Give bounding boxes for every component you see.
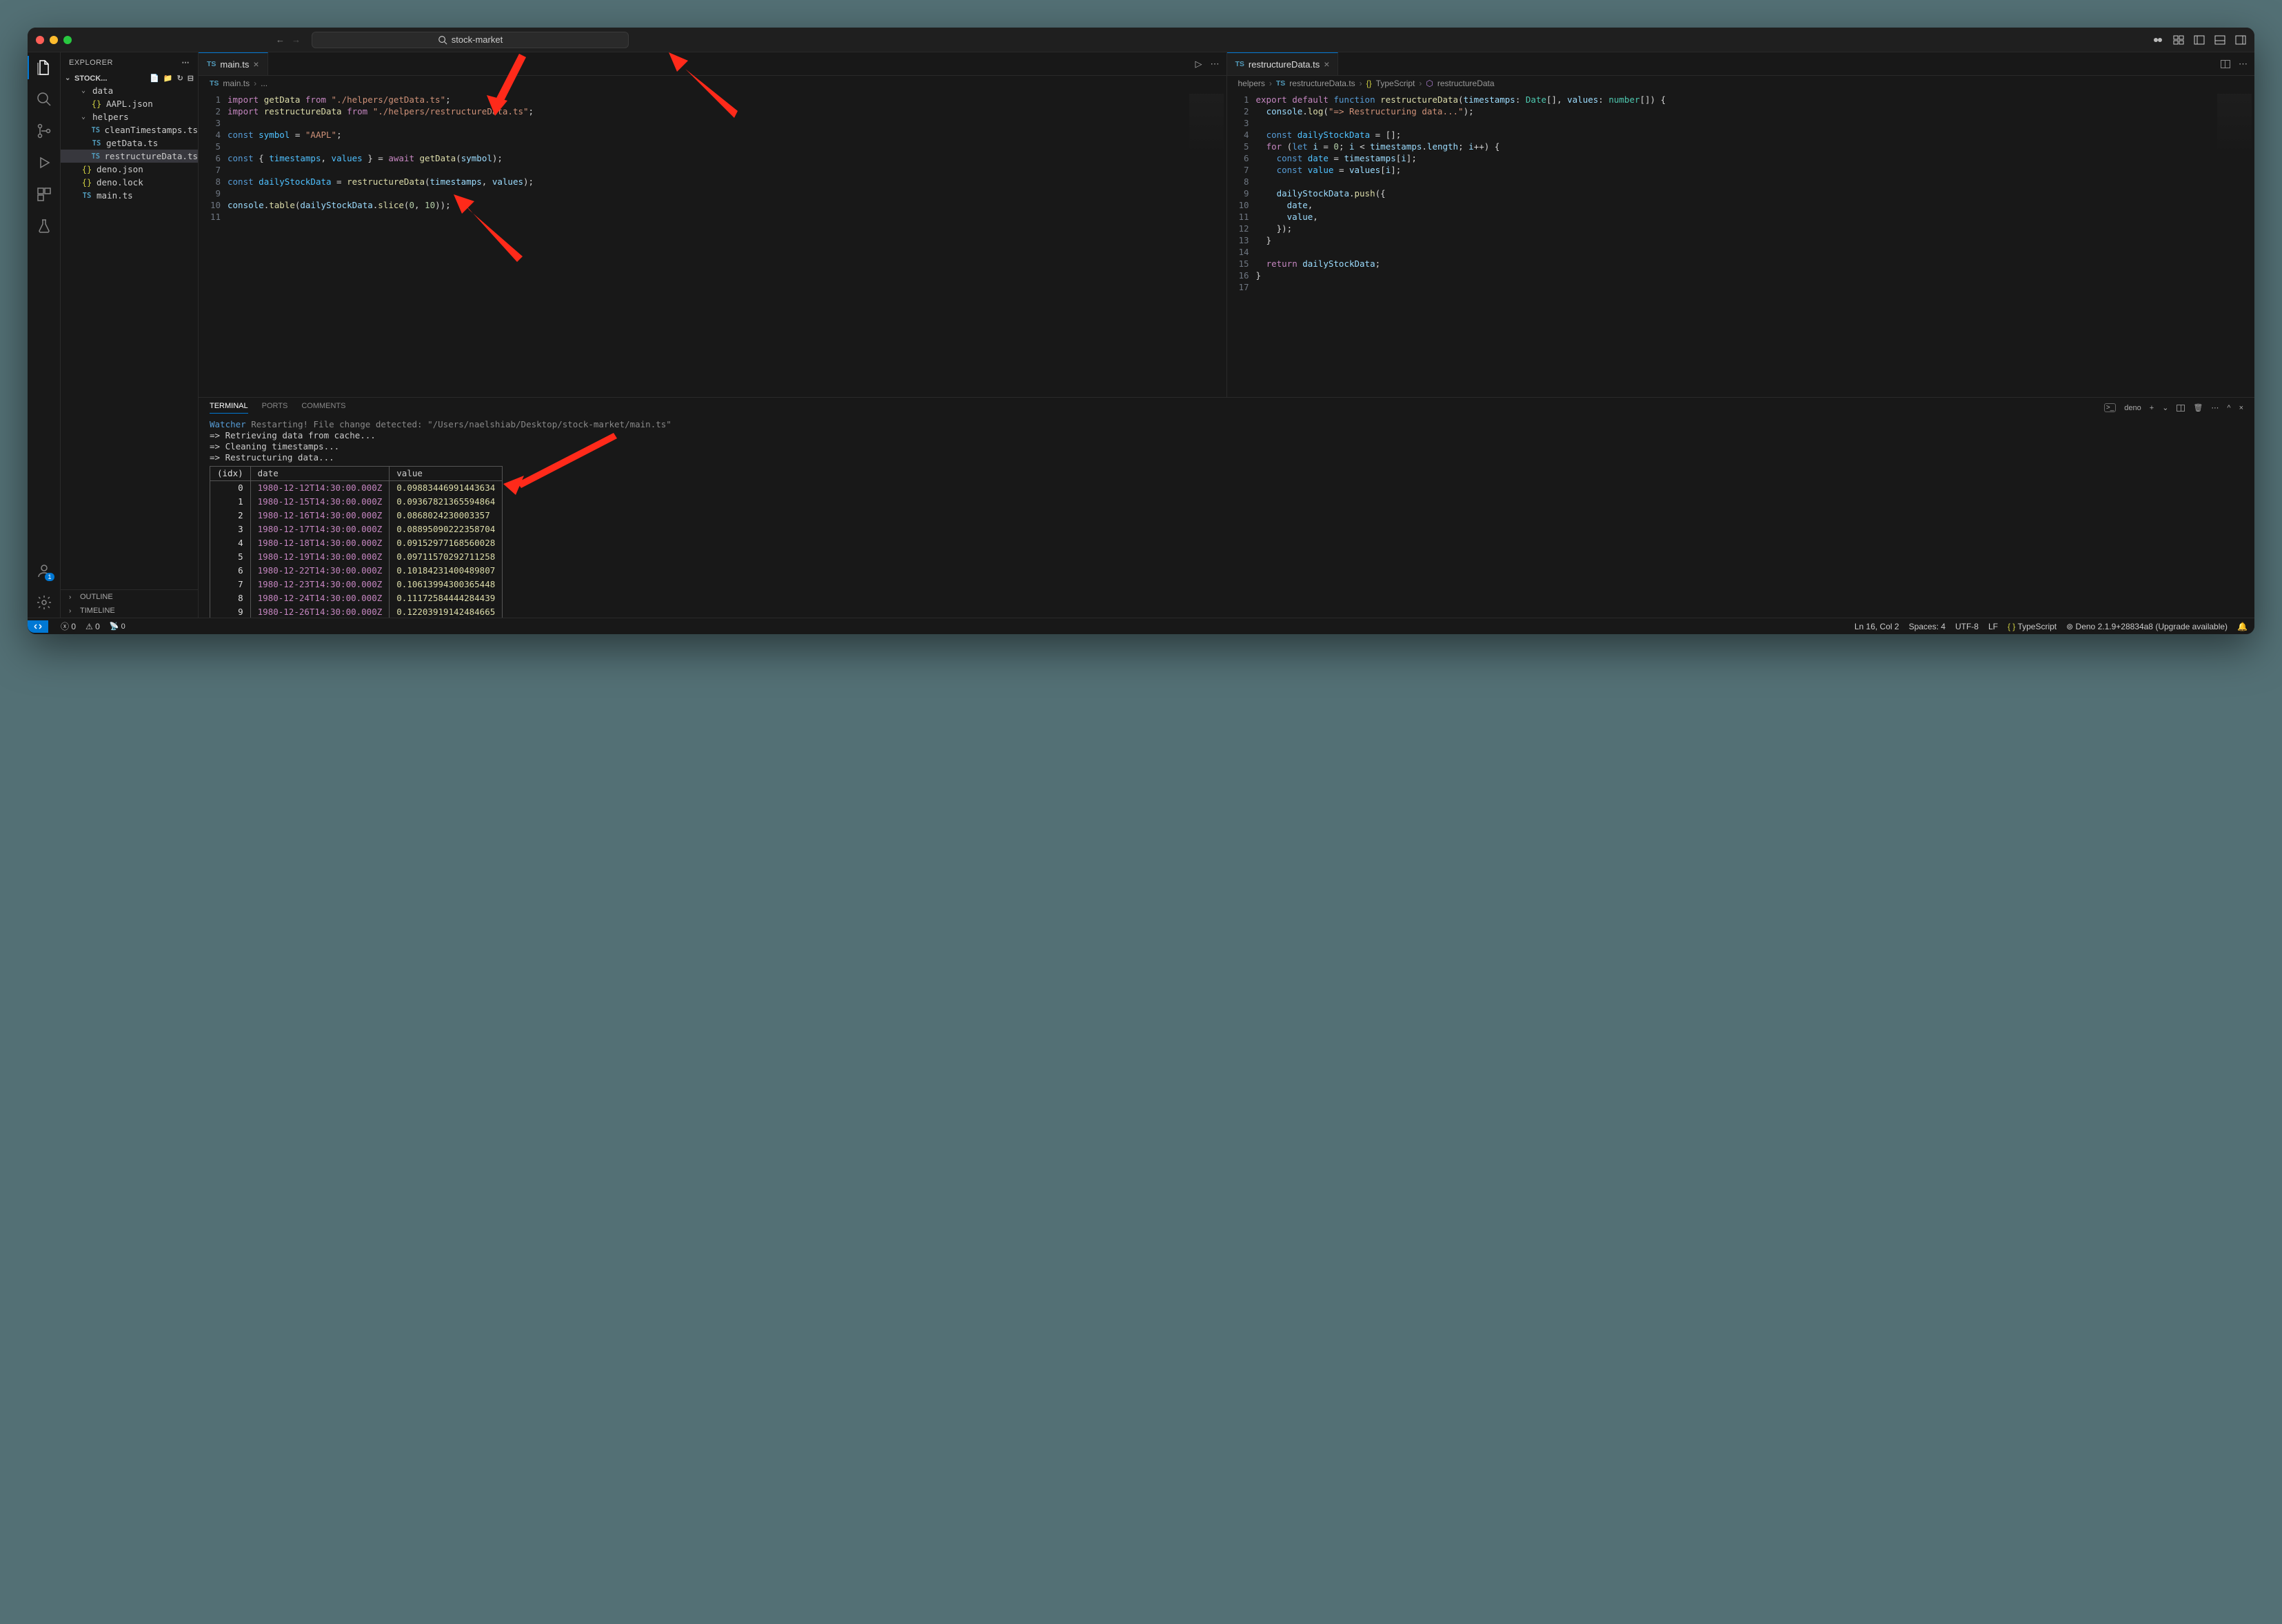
settings-activity[interactable] xyxy=(36,594,52,611)
close-tab-button[interactable]: × xyxy=(1324,59,1329,70)
panel-more-icon[interactable]: ⋯ xyxy=(2211,403,2219,412)
search-icon xyxy=(438,35,447,45)
tab-main-ts[interactable]: TS main.ts × xyxy=(199,52,268,75)
source-control-activity[interactable] xyxy=(36,123,52,139)
status-notifications-icon[interactable]: 🔔 xyxy=(2237,622,2248,631)
close-window-button[interactable] xyxy=(36,36,44,44)
extensions-activity[interactable] xyxy=(36,186,52,203)
status-language[interactable]: { } TypeScript xyxy=(2008,622,2057,631)
ts-icon: TS xyxy=(1235,60,1244,68)
file-aapl-json[interactable]: {}AAPL.json xyxy=(61,97,198,110)
code-editor-right[interactable]: 1234567891011121314151617 export default… xyxy=(1227,91,2255,397)
timeline-section[interactable]: ›TIMELINE xyxy=(61,604,198,618)
ts-icon: TS xyxy=(207,60,216,68)
editor-pane-right: TS restructureData.ts × ⋯ helpers› TSres… xyxy=(1227,52,2255,397)
terminal-task-label[interactable]: deno xyxy=(2124,404,2141,412)
panel-tab-ports[interactable]: PORTS xyxy=(262,402,288,414)
activity-bar: 1 xyxy=(28,52,61,618)
explorer-more-button[interactable]: ⋯ xyxy=(182,58,190,67)
breadcrumbs-right[interactable]: helpers› TSrestructureData.ts› {}TypeScr… xyxy=(1227,76,2255,91)
file-cleantimestamps[interactable]: TScleanTimestamps.ts xyxy=(61,123,198,136)
layout-sidebar-left-icon[interactable] xyxy=(2194,34,2205,45)
close-tab-button[interactable]: × xyxy=(253,59,259,70)
testing-activity[interactable] xyxy=(36,218,52,234)
panel-tab-comments[interactable]: COMMENTS xyxy=(301,402,345,414)
status-bar: ⓧ 0 ⚠ 0 📡 0 Ln 16, Col 2 Spaces: 4 UTF-8… xyxy=(28,618,2254,634)
terminal-dropdown-icon[interactable]: ⌄ xyxy=(2162,403,2168,412)
explorer-activity[interactable] xyxy=(36,59,52,76)
kill-terminal-icon[interactable]: 🗑 xyxy=(2193,403,2203,412)
window-controls xyxy=(36,36,72,44)
command-center[interactable]: stock-market xyxy=(312,32,629,48)
layout-sidebar-right-icon[interactable] xyxy=(2235,34,2246,45)
status-ports[interactable]: 📡 0 xyxy=(110,622,125,631)
folder-helpers[interactable]: ⌄helpers xyxy=(61,110,198,123)
status-warnings[interactable]: ⚠ 0 xyxy=(85,622,100,631)
copilot-icon[interactable] xyxy=(2152,34,2163,45)
status-cursor-position[interactable]: Ln 16, Col 2 xyxy=(1855,622,1899,631)
terminal-output[interactable]: Watcher Restarting! File change detected… xyxy=(199,414,2254,618)
minimize-window-button[interactable] xyxy=(50,36,58,44)
status-encoding[interactable]: UTF-8 xyxy=(1955,622,1979,631)
run-code-icon[interactable]: ▷ xyxy=(1195,59,1202,70)
file-getdata[interactable]: TSgetData.ts xyxy=(61,136,198,150)
new-file-icon[interactable]: 📄 xyxy=(150,74,159,83)
more-editor-actions[interactable]: ⋯ xyxy=(2239,59,2248,70)
titlebar: ← → stock-market xyxy=(28,28,2254,52)
search-text: stock-market xyxy=(452,34,503,45)
editor-pane-left: TS main.ts × ▷ ⋯ TS main.ts › ... xyxy=(199,52,1227,397)
tab-restructuredata[interactable]: TS restructureData.ts × xyxy=(1227,52,1339,75)
layout-customize-icon[interactable] xyxy=(2173,34,2184,45)
refresh-icon[interactable]: ↻ xyxy=(177,74,183,83)
explorer-sidebar: EXPLORER ⋯ ⌄ STOCK... 📄 📁 ↻ ⊟ ⌄data {}AA… xyxy=(61,52,199,618)
more-editor-actions[interactable]: ⋯ xyxy=(1211,59,1220,70)
minimap[interactable] xyxy=(1189,94,1224,156)
workspace-name: STOCK... xyxy=(74,74,107,83)
accounts-badge: 1 xyxy=(45,573,54,581)
outline-section[interactable]: ›OUTLINE xyxy=(61,590,198,604)
status-eol[interactable]: LF xyxy=(1988,622,1998,631)
nav-arrows: ← → xyxy=(276,34,301,45)
file-restructuredata[interactable]: TSrestructureData.ts xyxy=(61,150,198,163)
status-deno[interactable]: ⊚ Deno 2.1.9+28834a8 (Upgrade available) xyxy=(2066,622,2228,631)
file-deno-lock[interactable]: {}deno.lock xyxy=(61,176,198,189)
panel-tab-terminal[interactable]: TERMINAL xyxy=(210,402,248,414)
split-terminal-icon[interactable] xyxy=(2177,405,2185,412)
code-editor-left[interactable]: 1234567891011 import getData from "./hel… xyxy=(199,91,1226,397)
layout-panel-icon[interactable] xyxy=(2214,34,2225,45)
terminal-table: (idx) date value 01980-12-12T14:30:00.00… xyxy=(210,466,503,618)
status-indentation[interactable]: Spaces: 4 xyxy=(1909,622,1946,631)
nav-forward-button[interactable]: → xyxy=(292,34,301,45)
search-activity[interactable] xyxy=(36,91,52,108)
collapse-icon[interactable]: ⊟ xyxy=(188,74,194,83)
file-deno-json[interactable]: {}deno.json xyxy=(61,163,198,176)
maximize-panel-icon[interactable]: ^ xyxy=(2227,404,2230,412)
file-main-ts[interactable]: TSmain.ts xyxy=(61,189,198,202)
status-errors[interactable]: ⓧ 0 xyxy=(61,620,76,632)
accounts-activity[interactable]: 1 xyxy=(36,562,52,579)
new-terminal-button[interactable]: + xyxy=(2150,404,2154,412)
breadcrumbs-left[interactable]: TS main.ts › ... xyxy=(199,76,1226,91)
terminal-icon: >_ xyxy=(2104,403,2116,412)
new-folder-icon[interactable]: 📁 xyxy=(163,74,173,83)
maximize-window-button[interactable] xyxy=(63,36,72,44)
workspace-root[interactable]: ⌄ STOCK... 📄 📁 ↻ ⊟ xyxy=(61,72,198,84)
minimap[interactable] xyxy=(2217,94,2252,156)
folder-data[interactable]: ⌄data xyxy=(61,84,198,97)
close-panel-icon[interactable]: × xyxy=(2239,404,2243,412)
explorer-title: EXPLORER xyxy=(69,59,113,67)
nav-back-button[interactable]: ← xyxy=(276,34,285,45)
split-editor-icon[interactable] xyxy=(2221,60,2230,68)
remote-indicator[interactable] xyxy=(28,620,48,633)
run-debug-activity[interactable] xyxy=(36,154,52,171)
bottom-panel: TERMINAL PORTS COMMENTS >_ deno + ⌄ 🗑 ⋯ … xyxy=(199,397,2254,618)
